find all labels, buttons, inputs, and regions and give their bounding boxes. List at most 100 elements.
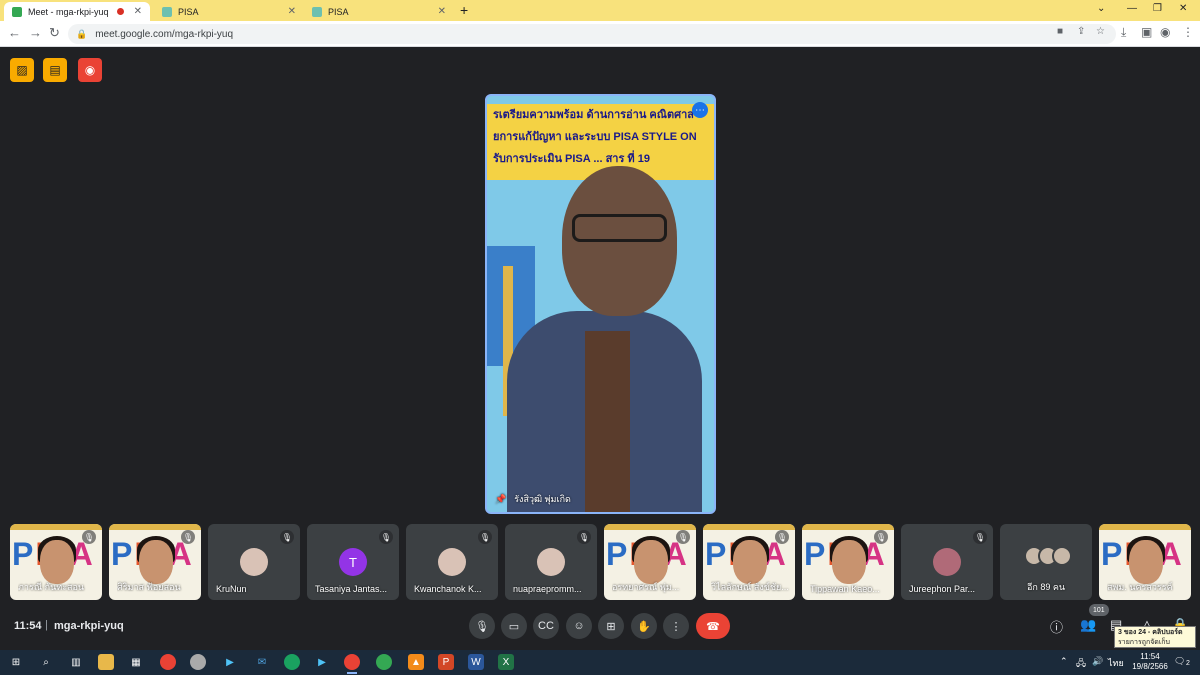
recording-icon: [116, 8, 124, 15]
tab-meet[interactable]: Meet - mga-rkpi-yuq ✕: [4, 2, 150, 21]
tab-search-icon[interactable]: ⌄: [1097, 3, 1105, 14]
participant-name: Jureephon Par...: [909, 584, 976, 594]
participant-tile[interactable]: 🎙 Jureephon Par...: [901, 524, 993, 600]
camera-button[interactable]: ▭: [501, 613, 527, 639]
participant-name: KruNun: [216, 584, 247, 594]
mic-off-icon: 🎙: [973, 530, 987, 544]
app-orange-icon[interactable]: ▲: [408, 654, 424, 670]
host-controls-icon[interactable]: ▤: [43, 58, 67, 82]
mic-off-icon: 🎙: [379, 530, 393, 544]
hand-icon: ✋: [637, 620, 651, 633]
word-icon[interactable]: W: [468, 654, 484, 670]
participant-tile[interactable]: PISA 🎙 วิไลลักษณ์ สังข์ชัย...: [703, 524, 795, 600]
more-participants-tile[interactable]: อีก 89 คน: [1000, 524, 1092, 600]
edge-icon[interactable]: [284, 654, 300, 670]
network-icon[interactable]: 🖧: [1076, 656, 1086, 672]
participant-tile[interactable]: PISA สพม. นครสวรรค์: [1099, 524, 1191, 600]
mic-off-icon: 🎙: [577, 530, 591, 544]
mic-off-icon: 🎙: [181, 530, 195, 544]
minimize-icon[interactable]: —: [1127, 3, 1137, 14]
participant-name: Tippawan Kaeo...: [810, 584, 880, 594]
more-options-button[interactable]: ⋮: [663, 613, 689, 639]
volume-icon[interactable]: 🔊: [1092, 656, 1103, 667]
participant-face: [634, 540, 668, 584]
notifications-icon[interactable]: 🗨: [1174, 656, 1185, 667]
close-icon[interactable]: ✕: [288, 6, 296, 17]
download-icon[interactable]: ⤓: [1121, 25, 1126, 40]
lock-icon[interactable]: 🔒: [76, 29, 87, 40]
mail-icon[interactable]: ✉: [254, 654, 270, 670]
tab-strip: Meet - mga-rkpi-yuq ✕ PISA ✕ PISA ✕ + ⌄ …: [0, 0, 1200, 21]
excel-icon[interactable]: X: [498, 654, 514, 670]
restore-icon[interactable]: ❐: [1153, 3, 1162, 14]
mic-off-icon: 🎙: [478, 530, 492, 544]
media-player-icon[interactable]: ▶: [314, 654, 330, 670]
participant-face: [1129, 540, 1163, 584]
participant-name: Kwanchanok K...: [414, 584, 482, 594]
chrome-profile-icon[interactable]: [376, 654, 392, 670]
close-icon[interactable]: ✕: [134, 6, 142, 17]
media-icon[interactable]: ▶: [222, 654, 238, 670]
mic-off-icon: 🎙: [874, 530, 888, 544]
present-screen-icon: ⊞: [606, 620, 616, 633]
meeting-info-icon[interactable]: ⓘ: [1050, 617, 1063, 636]
store-icon[interactable]: ▦: [128, 654, 144, 670]
share-icon[interactable]: ⇪: [1077, 26, 1085, 37]
main-speaker-tile[interactable]: รเตรียมความพร้อม ด้านการอ่าน คณิตศาส ยกา…: [485, 94, 716, 514]
tab-label: PISA: [178, 6, 199, 17]
microphone-button[interactable]: 🎙: [469, 613, 495, 639]
pin-icon[interactable]: 📌: [495, 494, 506, 505]
camera-in-use-icon[interactable]: ■: [1057, 26, 1063, 37]
tab-pisa-2[interactable]: PISA ✕: [304, 2, 454, 21]
reload-icon[interactable]: ↻: [49, 25, 60, 41]
participant-tile[interactable]: PISA 🎙 ภารณี กันทะสอน: [10, 524, 102, 600]
reactions-button[interactable]: ☺: [566, 613, 592, 639]
profile-avatar[interactable]: ◉: [1160, 25, 1170, 39]
participant-tile[interactable]: 🎙 nuapraepromm...: [505, 524, 597, 600]
stacked-avatars: [1024, 546, 1072, 566]
recording-indicator-icon[interactable]: ◉: [78, 58, 102, 82]
people-icon[interactable]: 👥: [1080, 617, 1096, 633]
file-explorer-icon[interactable]: [98, 654, 114, 670]
input-language[interactable]: ไทย: [1108, 656, 1124, 670]
raise-hand-button[interactable]: ✋: [631, 613, 657, 639]
powerpoint-icon[interactable]: P: [438, 654, 454, 670]
participant-name: วิไลลักษณ์ สังข์ชัย...: [711, 582, 789, 592]
present-button[interactable]: ⊞: [598, 613, 624, 639]
new-tab-button[interactable]: +: [460, 2, 468, 18]
hang-up-icon: ☎: [706, 620, 720, 633]
participant-tile[interactable]: T 🎙 Tasaniya Jantas...: [307, 524, 399, 600]
search-icon[interactable]: ⌕: [38, 654, 54, 670]
captions-button[interactable]: CC: [533, 613, 559, 639]
menu-kebab-icon[interactable]: ⋮: [1182, 25, 1194, 39]
footer-separator: |: [45, 619, 48, 631]
app-icon[interactable]: [190, 654, 206, 670]
participant-tile[interactable]: PISA 🎙 Tippawan Kaeo...: [802, 524, 894, 600]
task-view-icon[interactable]: ▥: [68, 654, 84, 670]
participant-tile[interactable]: PISA 🎙 อรทยาศรณ์ พุ่ม...: [604, 524, 696, 600]
participant-tile[interactable]: PISA 🎙 ศิริมาส ฟ้อยสอน: [109, 524, 201, 600]
forward-icon[interactable]: →: [29, 25, 42, 40]
back-icon[interactable]: ←: [8, 25, 21, 40]
chrome-icon[interactable]: [160, 654, 176, 670]
more-count-label: อีก 89 คน: [1026, 582, 1066, 592]
windows-start-icon[interactable]: ⊞: [8, 654, 24, 670]
address-bar[interactable]: 🔒 meet.google.com/mga-rkpi-yuq: [68, 24, 1116, 44]
tab-label: Meet - mga-rkpi-yuq: [28, 6, 109, 17]
captions-off-icon[interactable]: ▨: [10, 58, 34, 82]
bookmark-star-icon[interactable]: ☆: [1096, 26, 1105, 37]
participant-tile[interactable]: 🎙 KruNun: [208, 524, 300, 600]
clipboard-tooltip: 3 ของ 24 - คลิปบอร์ด รายการถูกจัดเก็บ: [1114, 626, 1196, 648]
window-close-icon[interactable]: ✕: [1179, 3, 1187, 14]
people-count-badge: 101: [1089, 604, 1109, 616]
chrome-running-icon[interactable]: [344, 654, 360, 674]
more-options-icon[interactable]: ⋯: [692, 102, 708, 118]
close-icon[interactable]: ✕: [438, 6, 446, 17]
participant-tile[interactable]: 🎙 Kwanchanok K...: [406, 524, 498, 600]
avatar: T: [339, 548, 367, 576]
tray-up-arrow-icon[interactable]: ⌃: [1060, 656, 1068, 667]
leave-call-button[interactable]: ☎: [696, 613, 730, 639]
tab-pisa-1[interactable]: PISA ✕: [154, 2, 304, 21]
taskbar-clock[interactable]: 11:54 19/8/2566: [1130, 652, 1170, 672]
extensions-icon[interactable]: ▣: [1141, 25, 1152, 39]
